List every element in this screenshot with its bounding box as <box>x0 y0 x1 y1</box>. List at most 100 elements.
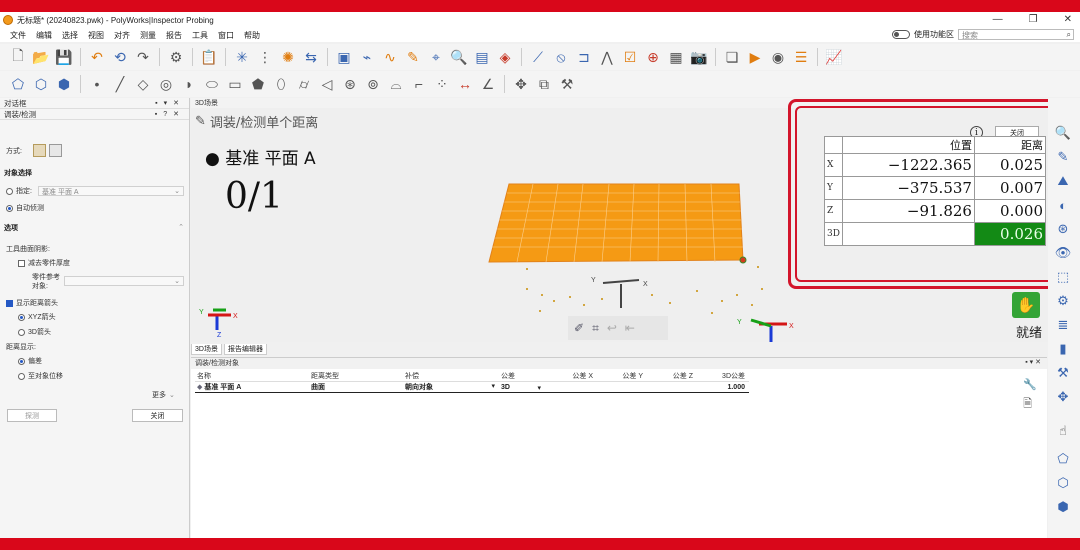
corner-icon[interactable]: ⌐ <box>409 74 429 94</box>
transform-icon[interactable]: ✥ <box>511 74 531 94</box>
pen-icon[interactable]: ✎ <box>403 47 423 67</box>
probe-start-icon[interactable]: ✐ <box>574 321 584 335</box>
probe-tool-icon[interactable]: ✺ <box>278 47 298 67</box>
clipboard-icon[interactable]: 📋 <box>199 47 219 67</box>
right-color-icon[interactable]: ◐ <box>1052 194 1074 216</box>
collapse-icon[interactable]: ⌃ <box>178 223 184 233</box>
slot-icon[interactable]: ⬭ <box>202 74 222 94</box>
row-tolerance-cell[interactable]: 3D ▾ <box>499 384 545 391</box>
row-compensation-cell[interactable]: 朝向对象 ▾ <box>403 382 499 392</box>
new-file-icon[interactable]: 🗋 <box>8 47 28 67</box>
arc-icon[interactable]: ◗ <box>179 74 199 94</box>
play-icon[interactable]: ▶ <box>745 47 765 67</box>
camera-icon[interactable]: 📷 <box>689 47 709 67</box>
cylinder-icon[interactable]: ⌭ <box>294 74 314 94</box>
probe-button[interactable]: 探测 <box>7 409 57 422</box>
menu-view[interactable]: 视图 <box>88 30 104 41</box>
right-eye-icon[interactable]: 👁 <box>1052 242 1074 264</box>
cone-icon[interactable]: ◁ <box>317 74 337 94</box>
row-tol-3d[interactable]: 1.000 <box>695 384 747 391</box>
row-distance-type[interactable]: 曲面 <box>309 382 403 392</box>
torus-icon[interactable]: ⊚ <box>363 74 383 94</box>
align-icon[interactable]: ⇆ <box>301 47 321 67</box>
menu-window[interactable]: 窗口 <box>218 30 234 41</box>
feature-group-icon[interactable]: ⧉ <box>534 74 554 94</box>
right-search-icon[interactable]: 🔍 <box>1052 122 1074 144</box>
feature-pick-icon[interactable]: ⬠ <box>8 74 28 94</box>
wrench-icon[interactable]: 🔧 <box>1023 378 1037 391</box>
minimize-button[interactable]: — <box>993 14 1003 25</box>
bracket-icon[interactable]: ⊐ <box>574 47 594 67</box>
right-settings-icon[interactable]: ⚙ <box>1052 290 1074 312</box>
open-folder-icon[interactable]: 📂 <box>31 47 51 67</box>
right-globe-icon[interactable]: ⊛ <box>1052 218 1074 240</box>
col-name[interactable]: 名称 <box>195 371 309 381</box>
bottom-panel-controls-icon[interactable]: ▪ ▾ ✕ <box>1025 358 1041 369</box>
layers-icon[interactable]: ❏ <box>722 47 742 67</box>
pattern-icon[interactable]: ⁘ <box>432 74 452 94</box>
part-ref-select[interactable]: ⌄ <box>64 276 184 286</box>
measure-icon[interactable]: ⌖ <box>426 47 446 67</box>
line-icon[interactable]: ╱ <box>110 74 130 94</box>
probe-back-icon[interactable]: ↩ <box>607 321 617 335</box>
distance-icon[interactable]: ↔ <box>455 74 475 94</box>
settings-icon[interactable]: ⚙ <box>166 47 186 67</box>
polygon-icon[interactable]: ⬟ <box>248 74 268 94</box>
menu-file[interactable]: 文件 <box>10 30 26 41</box>
curve-icon[interactable]: ∿ <box>380 47 400 67</box>
report-icon[interactable]: 🗎 <box>1023 395 1037 414</box>
right-hand-icon[interactable]: ☝ <box>1052 420 1074 442</box>
chart-icon[interactable]: 📈 <box>824 47 844 67</box>
undo-icon[interactable]: ↶ <box>87 47 107 67</box>
zoom-icon[interactable]: 🔍 <box>449 47 469 67</box>
specify-select[interactable]: 基准 平面 A ⌄ <box>38 186 184 196</box>
caliper-icon[interactable]: ⟋ <box>528 47 548 67</box>
checklist-icon[interactable]: ☑ <box>620 47 640 67</box>
compass-icon[interactable]: ⋀ <box>597 47 617 67</box>
capture-icon[interactable]: ⊕ <box>643 47 663 67</box>
panel-close-button[interactable]: 关闭 <box>132 409 183 422</box>
right-tool-icon[interactable]: ⚒ <box>1052 362 1074 384</box>
menu-report[interactable]: 报告 <box>166 30 182 41</box>
col-compensation[interactable]: 补偿 <box>403 371 499 381</box>
feature-move-icon[interactable]: ⬢ <box>54 74 74 94</box>
panel-pin-icon[interactable]: ▪▾✕ <box>155 99 185 107</box>
feature-edit-icon[interactable]: ⬡ <box>31 74 51 94</box>
col-tol-y[interactable]: 公差 Y <box>595 371 645 381</box>
menu-align[interactable]: 对齐 <box>114 30 130 41</box>
redo-icon[interactable]: ↷ <box>133 47 153 67</box>
ellipse-icon[interactable]: ⬯ <box>271 74 291 94</box>
menu-measure[interactable]: 测量 <box>140 30 156 41</box>
viewer-icon[interactable]: ▤ <box>472 47 492 67</box>
more-row[interactable]: 更多 ⌄ <box>152 390 175 400</box>
close-window-button[interactable]: ✕ <box>1064 14 1072 25</box>
tab-report-editor[interactable]: 报告编辑器 <box>223 344 267 355</box>
circle-icon[interactable]: ◎ <box>156 74 176 94</box>
method-multi-icon[interactable] <box>48 144 62 157</box>
points-icon[interactable]: ✳ <box>232 47 252 67</box>
menu-edit[interactable]: 编辑 <box>36 30 52 41</box>
probe-back-all-icon[interactable]: ⇤ <box>625 321 635 335</box>
angle-icon[interactable]: ∠ <box>478 74 498 94</box>
gauge-icon[interactable]: ⦸ <box>551 47 571 67</box>
right-select-add-icon[interactable]: ⬡ <box>1052 472 1074 494</box>
save-icon[interactable]: 💾 <box>54 47 74 67</box>
table-icon[interactable]: ▦ <box>666 47 686 67</box>
panel-help-icon[interactable]: ▪?✕ <box>155 110 185 118</box>
right-probe-icon[interactable]: ✎ <box>1052 146 1074 168</box>
right-bars-icon[interactable]: ▮ <box>1052 338 1074 360</box>
search-input[interactable]: 搜索 ⌕ <box>958 29 1074 40</box>
to-object-radio[interactable] <box>18 372 25 380</box>
arrow-3d-radio[interactable] <box>18 328 25 336</box>
record-icon[interactable]: ◉ <box>768 47 788 67</box>
show-arrow-checkbox[interactable] <box>6 299 13 307</box>
point-icon[interactable]: • <box>87 74 107 94</box>
sequence-icon[interactable]: ☰ <box>791 47 811 67</box>
right-select-icon[interactable]: ⬠ <box>1052 448 1074 470</box>
cube-icon[interactable]: ▣ <box>334 47 354 67</box>
col-tol-x[interactable]: 公差 X <box>545 371 595 381</box>
right-cube-icon[interactable]: ⬚ <box>1052 266 1074 288</box>
menu-select[interactable]: 选择 <box>62 30 78 41</box>
rect-slot-icon[interactable]: ▭ <box>225 74 245 94</box>
col-distance-type[interactable]: 距离类型 <box>309 371 403 381</box>
